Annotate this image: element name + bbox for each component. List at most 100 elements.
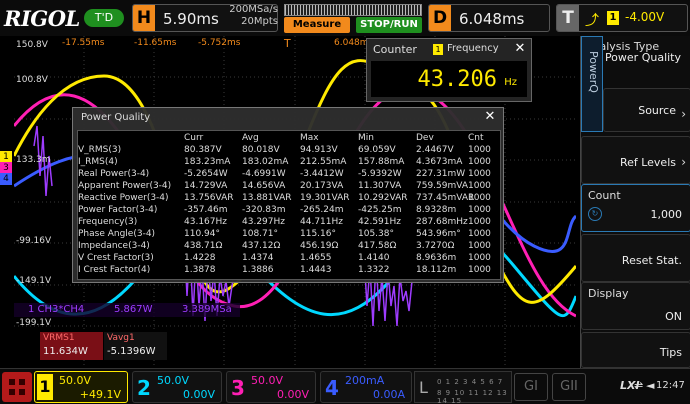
menu-item-label: Display [588, 287, 629, 300]
counter-source-badge: 1 [433, 44, 443, 55]
channel-4-control[interactable]: 4 200mA 0.00A [320, 371, 412, 403]
table-cell: 417.58Ω [358, 241, 397, 251]
measurement-name: VRMS1 [43, 333, 75, 343]
table-cell: 287.68mHz [416, 217, 468, 227]
y-axis-label: 133.3m [16, 155, 51, 165]
x-axis-label: -11.65ms [134, 38, 177, 48]
table-cell: 1.4374 [242, 253, 274, 263]
horizontal-delay-control[interactable]: D 6.048ms [428, 4, 550, 32]
table-cell: 183.23mA [184, 157, 231, 167]
measurement-value: 11.634W [43, 346, 88, 357]
table-cell: 1000 [468, 241, 491, 251]
channel-number: 3 [231, 376, 245, 400]
table-cell: 8.9328m [416, 205, 457, 215]
digital-row: 0 1 2 3 4 5 6 7 [437, 378, 504, 386]
generator-1-button[interactable]: GI [514, 373, 548, 401]
counter-window[interactable]: Counter 1 Frequency ✕ 43.206 Hz [366, 38, 532, 102]
logic-label: L [419, 378, 428, 397]
table-row: Phase Angle(3-4) 110.94° 108.71° 115.16° 105… [78, 229, 502, 239]
table-cell: 1000 [468, 193, 491, 203]
channel-number: 1 [37, 374, 53, 400]
measure-button[interactable]: Measure [284, 17, 350, 33]
table-cell: 456.19Ω [300, 241, 339, 251]
horizontal-key: H [133, 5, 155, 31]
trigger-key: T [557, 5, 579, 31]
menu-reset-stat[interactable]: Reset Stat. [581, 234, 690, 282]
channel-offset: 0.00A [372, 388, 405, 401]
counter-value: 43.206 [417, 67, 497, 92]
channel-1-control[interactable]: 1 50.0V +49.1V [34, 371, 128, 403]
table-cell: Power Factor(3-4) [78, 205, 158, 215]
menu-item-value: ON [665, 310, 682, 323]
math-sample-rate: 3.389MSa [182, 304, 232, 315]
waveform-overview-bar [284, 4, 422, 16]
math-channel-bar[interactable]: 1 CH3*CH4 5.867W 3.389MSa [14, 303, 240, 317]
table-cell: 18.112m [416, 265, 457, 275]
channel-4-offset-marker[interactable]: 4 [0, 173, 12, 185]
trigger-position-marker[interactable]: T [284, 37, 291, 50]
channel-2-control[interactable]: 2 50.0V 0.00V [132, 371, 222, 403]
sample-rate: 200MSa/s [229, 4, 278, 15]
table-cell: 14.656VA [242, 181, 286, 191]
table-cell: 43.297Hz [242, 217, 285, 227]
table-cell: 1.4140 [358, 253, 390, 263]
speaker-icon[interactable]: ◄ [646, 379, 654, 392]
measurement-item[interactable]: VRMS1 11.634W [40, 332, 103, 360]
menu-tips[interactable]: Tips [581, 332, 690, 368]
table-cell: 8.9636m [416, 253, 457, 263]
table-row: I_RMS(4) 183.23mA 183.02mA 212.55mA 157.88mA… [78, 157, 502, 167]
chevron-right-icon: › [681, 107, 686, 121]
x-axis-label: -5.752ms [198, 38, 241, 48]
table-cell: 1.4228 [184, 253, 216, 263]
table-cell: V Crest Factor(3) [78, 253, 154, 263]
menu-source[interactable]: Source › [603, 88, 690, 132]
table-cell: 1000 [468, 205, 491, 215]
table-row: Apparent Power(3-4) 14.729VA 14.656VA 20.17… [78, 181, 502, 191]
table-cell: 4.3673mA [416, 157, 463, 167]
table-cell: 737.45mVAR [416, 193, 475, 203]
table-row: Power Factor(3-4) -357.46m -320.83m -265.24… [78, 205, 502, 215]
digital-channels-control[interactable]: L 0 1 2 3 4 5 6 7 8 9 10 11 12 13 14 15 [414, 371, 512, 404]
menu-tab-powerq[interactable]: PowerQ [581, 36, 603, 132]
menu-display[interactable]: Display ON [581, 282, 690, 330]
table-cell: 11.307VA [358, 181, 402, 191]
table-cell: I Crest Factor(4) [78, 265, 151, 275]
menu-item-value: Power Quality [604, 51, 681, 64]
power-quality-window[interactable]: Power Quality ✕ Curr Avg Max Min Dev Cnt V_RMS… [72, 107, 504, 283]
table-cell: 42.591Hz [358, 217, 401, 227]
channel-scale: 50.0V [157, 374, 190, 387]
table-header-cell: Dev [416, 133, 434, 143]
rigol-logo: RIGOL [4, 6, 80, 31]
channel-3-control[interactable]: 3 50.0V 0.00V [226, 371, 316, 403]
close-icon[interactable]: ✕ [483, 110, 497, 124]
trigger-source-badge: 1 [607, 11, 619, 25]
table-cell: 1000 [468, 169, 491, 179]
menu-count[interactable]: Count ↻ 1,000 [581, 184, 690, 232]
stop-run-button[interactable]: STOP/RUN [356, 17, 422, 33]
table-cell: V_RMS(3) [78, 145, 122, 155]
table-cell: 227.31mW [416, 169, 466, 179]
measurement-item[interactable]: Vavg1 -5.1396W [104, 332, 167, 360]
side-menu: Analysis Type Power Quality PowerQ Sourc… [580, 36, 690, 368]
table-cell: 1000 [468, 181, 491, 191]
table-cell: 1000 [468, 145, 491, 155]
rising-edge-icon: ⤴ [585, 13, 599, 29]
table-cell: 115.16° [300, 229, 336, 239]
menu-tab-label: PowerQ [587, 51, 600, 93]
home-menu-button[interactable] [2, 372, 32, 402]
table-header-cell: Max [300, 133, 319, 143]
menu-item-label: Count [588, 189, 621, 202]
table-cell: 437.12Ω [242, 241, 281, 251]
trigger-status-badge: T'D [84, 9, 124, 27]
close-icon[interactable]: ✕ [513, 42, 527, 56]
menu-ref-levels[interactable]: Ref Levels › [581, 136, 690, 184]
table-cell: 105.38° [358, 229, 394, 239]
table-cell: 1.3878 [184, 265, 216, 275]
generator-2-button[interactable]: GII [552, 373, 586, 401]
bottom-bar: 1 50.0V +49.1V 2 50.0V 0.00V 3 50.0V 0.0… [0, 368, 690, 404]
table-cell: 3.7270Ω [416, 241, 455, 251]
knob-icon: ↻ [588, 207, 602, 221]
table-cell: Reactive Power(3-4) [78, 193, 169, 203]
trigger-control[interactable]: T ⤴ 1 -4.00V [556, 4, 688, 32]
memory-depth: 20Mpts [241, 16, 278, 27]
